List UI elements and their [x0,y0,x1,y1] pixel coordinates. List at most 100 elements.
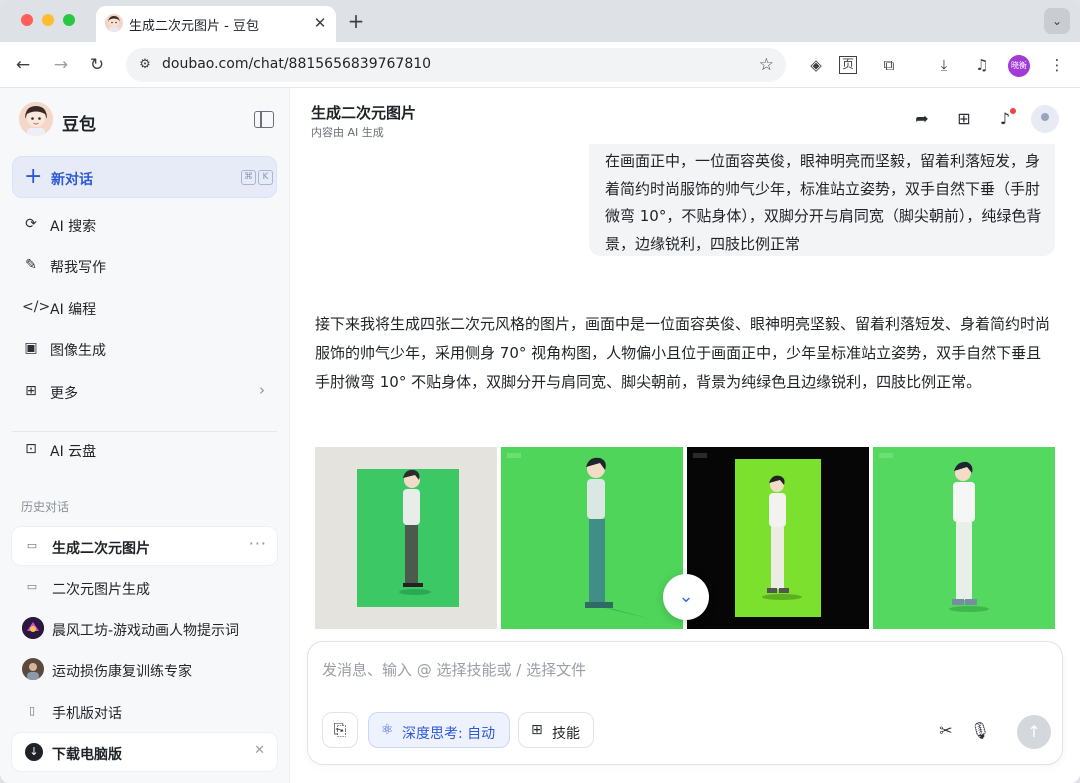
download-icon: ↓ [25,743,43,761]
notification-dot [1010,108,1016,114]
user-avatar[interactable] [1031,105,1059,133]
generated-image-3[interactable] [687,447,869,629]
agent-avatar [22,617,44,639]
sidebar-item-label: 图像生成 [50,343,106,359]
sidebar-item-more[interactable]: ⊞ 更多 › [12,372,277,410]
history-item-label: 手机版对话 [52,706,122,722]
message-composer: ⎘ ⚛ 深度思考: 自动 ⊞ 技能 ✂ 🎙 ↑ [307,641,1063,765]
download-icon[interactable]: ⤓ [932,53,956,77]
browser-menu-icon[interactable]: ⋮ [1045,53,1069,77]
sidebar-item-writing[interactable]: ✎ 帮我写作 [12,246,277,284]
browser-toolbar: ← → ↻ ⚙ doubao.com/chat/8815656839767810… [0,42,1080,88]
page-title: 生成二次元图片 [311,104,417,122]
sidebar-item-image-gen[interactable]: ▣ 图像生成 [12,329,277,367]
close-window-button[interactable] [21,14,33,26]
sidebar-item-ai-search[interactable]: ⟳ AI 搜索 [12,205,277,243]
chat-bubble-icon: ▭ [26,580,38,593]
history-item-label: 晨风工坊-游戏动画人物提示词 [52,623,240,639]
plus-icon: + [24,164,43,189]
history-section-title: 历史对话 [21,500,70,514]
doubao-favicon-icon [105,14,123,32]
tab-search-chevron-icon[interactable]: ⌄ [1044,8,1070,34]
chat-bubble-icon: ▭ [26,539,38,552]
new-tab-icon[interactable]: + [344,10,368,34]
sidebar-item-label: AI 搜索 [50,219,97,235]
generated-image-4[interactable] [873,447,1055,629]
minimize-window-button[interactable] [42,14,54,26]
address-bar[interactable]: ⚙ doubao.com/chat/8815656839767810 ☆ [126,48,786,82]
browser-tab-active[interactable]: 生成二次元图片 - 豆包 ✕ [96,6,336,42]
history-item[interactable]: 晨风工坊-游戏动画人物提示词 [12,609,277,647]
shield-extension-icon[interactable]: ◈ [804,53,828,77]
share-icon[interactable]: ➦ [910,107,934,131]
back-icon[interactable]: ← [10,52,36,78]
media-control-icon[interactable]: ♫ [970,53,994,77]
sidebar-item-cloud-drive[interactable]: ⊡ AI 云盘 [12,430,277,468]
extension-puzzle-icon[interactable]: ⧉ [877,53,901,77]
download-desktop-banner[interactable]: ↓ 下载电脑版 ✕ [12,733,277,771]
history-item-label: 生成二次元图片 [52,541,150,557]
microphone-icon[interactable]: 🎙 [969,720,991,742]
site-info-icon[interactable]: ⚙ [136,56,154,74]
attach-file-button[interactable]: ⎘ [322,712,358,748]
deep-think-label: 深度思考: 自动 [402,726,496,742]
sidebar-item-coding[interactable]: </> AI 编程 [12,288,277,326]
bell-icon[interactable]: ♪ [993,107,1017,131]
user-message: 在画面正中，一位面容英俊，眼神明亮而坚毅，留着利落短发，身着简约时尚服饰的帅气少… [589,144,1055,256]
cloud-drive-icon: ⊡ [25,441,37,457]
history-item-label: 运动损伤康复训练专家 [52,664,192,680]
sidebar: 豆包 + 新对话 ⌘ K ⟳ AI 搜索 ✎ 帮我写作 </> AI 编程 ▣ … [0,88,290,783]
user-message-text: 在画面正中，一位面容英俊，眼神明亮而坚毅，留着利落短发，身着简约时尚服饰的帅气少… [605,152,1042,253]
skills-button[interactable]: ⊞ 技能 [518,712,594,748]
sidebar-item-label: 更多 [50,386,78,402]
phone-icon: ▯ [28,704,36,717]
chevron-right-icon: › [259,381,265,399]
generated-image-2[interactable] [501,447,683,629]
tab-title: 生成二次元图片 - 豆包 [129,19,259,34]
new-window-icon[interactable]: ⊞ [952,107,976,131]
sidebar-item-label: AI 编程 [50,302,97,318]
close-icon[interactable]: ✕ [254,743,265,758]
close-tab-icon[interactable]: ✕ [310,13,330,33]
generated-image-1[interactable] [315,447,497,629]
new-chat-button[interactable]: + 新对话 ⌘ K [12,156,277,198]
new-chat-label: 新对话 [51,172,93,188]
url-text[interactable]: doubao.com/chat/8815656839767810 [162,56,431,72]
skills-label: 技能 [552,726,580,742]
profile-avatar[interactable]: 晓衡 [1008,55,1030,77]
bookmark-star-icon[interactable]: ☆ [759,55,774,75]
sidebar-item-label: 帮我写作 [50,260,106,276]
scissors-icon[interactable]: ✂ [935,720,957,742]
browser-window: 生成二次元图片 - 豆包 ✕ + ⌄ ← → ↻ ⚙ doubao.com/ch… [0,0,1080,783]
chat-main: 生成二次元图片 内容由 AI 生成 ➦ ⊞ ♪ 在画面正中，一位面容英俊，眼神明… [291,88,1080,783]
maximize-window-button[interactable] [63,14,75,26]
deep-think-button[interactable]: ⚛ 深度思考: 自动 [368,712,510,748]
page-translate-icon[interactable]: 页 [839,56,857,74]
pen-icon: ✎ [25,257,37,273]
search-icon: ⟳ [25,216,37,232]
forward-icon[interactable]: → [48,52,74,78]
grid-icon: ⊞ [25,383,37,399]
ai-disclaimer: 内容由 AI 生成 [311,126,384,139]
grid-icon: ⊞ [531,722,543,738]
history-item[interactable]: ▭ 二次元图片生成 [12,568,277,606]
code-icon: </> [22,299,51,315]
more-options-icon[interactable]: ··· [249,534,267,553]
shortcut-k-key: K [258,170,273,185]
agent-avatar [22,658,44,680]
doubao-avatar [19,102,53,136]
download-label: 下载电脑版 [52,747,122,763]
history-item[interactable]: ▯ 手机版对话 [12,692,277,730]
message-input[interactable] [322,658,1022,682]
shortcut-cmd-key: ⌘ [241,170,256,185]
assistant-message-text: 接下来我将生成四张二次元风格的图片，画面中是一位面容英俊、眼神明亮坚毅、留着利落… [315,315,1051,391]
history-item[interactable]: 运动损伤康复训练专家 [12,650,277,688]
history-item-label: 二次元图片生成 [52,582,150,598]
scroll-to-bottom-button[interactable]: ⌄ [663,574,709,620]
sidebar-item-label: AI 云盘 [50,444,97,460]
reload-icon[interactable]: ↻ [84,52,110,78]
history-item-active[interactable]: ▭ 生成二次元图片 ··· [12,527,277,565]
send-button[interactable]: ↑ [1017,715,1051,749]
sidebar-toggle-icon[interactable] [254,111,274,128]
image-icon: ▣ [24,340,38,356]
